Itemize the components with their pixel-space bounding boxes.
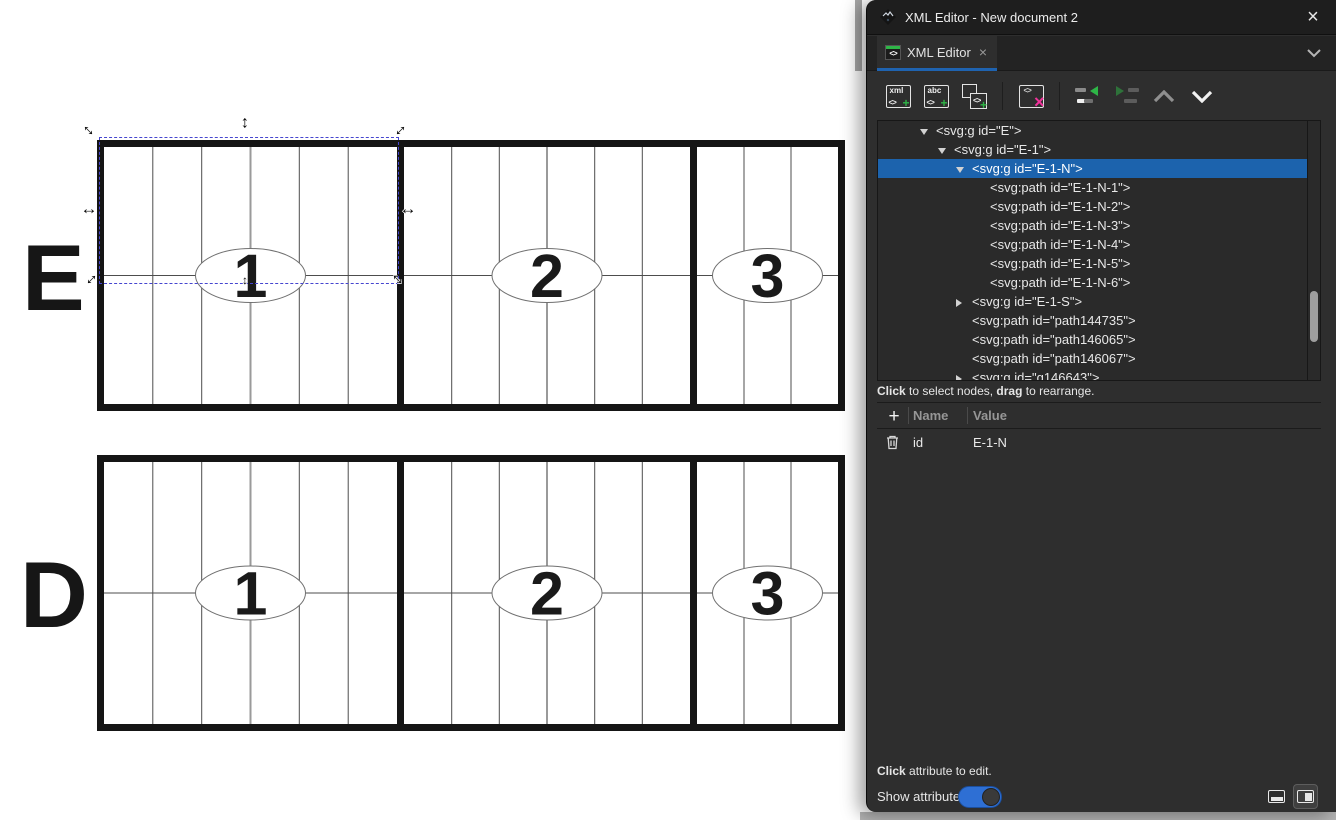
panel-footer: Show attributes — [877, 786, 1326, 810]
new-text-node-icon: abc <> + — [924, 85, 949, 108]
layout-vertical-button[interactable] — [1293, 784, 1318, 809]
xml-node-tree[interactable]: <svg:g id="E"> <svg:g id="E-1"> <svg:g i… — [877, 120, 1321, 381]
column-header-name: Name — [913, 403, 948, 429]
tree-hint-text: Click to select nodes, drag to rearrange… — [877, 381, 1321, 401]
delete-node-icon: <> × — [1019, 85, 1044, 108]
xml-editor-tab-icon: <> — [885, 45, 901, 60]
ellipse-number[interactable]: 1 — [234, 560, 268, 628]
selection-handle-e[interactable]: ↔ — [398, 199, 418, 219]
tree-node-path-e-1-n-4[interactable]: <svg:path id="E-1-N-4"> — [878, 235, 1320, 254]
new-element-node-icon: xml <> + — [886, 85, 911, 108]
row-letter-d[interactable]: D — [20, 542, 88, 647]
selection-handle-n[interactable]: ↔ — [237, 113, 257, 133]
move-node-up-button[interactable] — [1148, 80, 1180, 112]
expander-icon[interactable] — [920, 121, 936, 140]
tree-node-g-e[interactable]: <svg:g id="E"> — [878, 121, 1320, 140]
layout-horizontal-icon — [1268, 790, 1285, 803]
tree-node-path-146067[interactable]: <svg:path id="path146067"> — [878, 349, 1320, 368]
layout-horizontal-button[interactable] — [1264, 784, 1289, 809]
tree-node-g-e-1[interactable]: <svg:g id="E-1"> — [878, 140, 1320, 159]
duplicate-node-button[interactable]: <> + — [958, 80, 990, 112]
tab-xml-editor[interactable]: <> XML Editor × — [877, 36, 997, 71]
tree-node-g-e-1-n[interactable]: <svg:g id="E-1-N"> — [878, 159, 1320, 178]
indent-node-button[interactable] — [1110, 80, 1142, 112]
show-attributes-toggle[interactable] — [958, 786, 1002, 808]
column-header-value: Value — [973, 403, 1007, 429]
add-attribute-button[interactable]: + — [881, 404, 907, 429]
toolbar-separator — [1002, 82, 1003, 110]
drawing-svg: 1 2 3 1 2 3 E D — [0, 0, 866, 820]
delete-attribute-icon[interactable] — [885, 434, 900, 450]
tab-close-icon[interactable]: × — [979, 44, 987, 60]
screen: 1 2 3 1 2 3 E D ↔ ↔ ↔ ↔ ↔ ↔ ↔ ↔ X — [0, 0, 1336, 820]
inkscape-canvas[interactable]: 1 2 3 1 2 3 E D ↔ ↔ ↔ ↔ ↔ ↔ ↔ ↔ — [0, 0, 866, 820]
unindent-node-icon — [1075, 86, 1101, 106]
attribute-edit-hint: Click attribute to edit. — [877, 764, 992, 778]
dialog-titlebar[interactable]: XML Editor - New document 2 × — [867, 0, 1336, 35]
layout-vertical-icon — [1297, 790, 1314, 803]
tree-node-path-e-1-n-2[interactable]: <svg:path id="E-1-N-2"> — [878, 197, 1320, 216]
tree-node-path-e-1-n-1[interactable]: <svg:path id="E-1-N-1"> — [878, 178, 1320, 197]
selection-handle-w[interactable]: ↔ — [79, 199, 99, 219]
attribute-value[interactable]: E-1-N — [973, 430, 1007, 455]
toolbar-separator — [1059, 82, 1060, 110]
dialog-title: XML Editor - New document 2 — [905, 10, 1078, 25]
new-text-node-button[interactable]: abc <> + — [920, 80, 952, 112]
tree-scrollbar[interactable] — [1307, 121, 1320, 380]
move-node-down-button[interactable] — [1186, 80, 1218, 112]
show-attributes-label: Show attributes — [877, 789, 967, 804]
ellipse-number[interactable]: 3 — [751, 242, 785, 310]
window-behind-strip — [860, 812, 1336, 820]
xml-toolbar: xml <> + abc <> + <> + — [867, 72, 1336, 120]
expander-icon[interactable] — [956, 292, 972, 311]
tree-node-path-e-1-n-5[interactable]: <svg:path id="E-1-N-5"> — [878, 254, 1320, 273]
inkscape-logo-icon — [879, 8, 897, 26]
unindent-node-button[interactable] — [1072, 80, 1104, 112]
tree-node-path-e-1-n-3[interactable]: <svg:path id="E-1-N-3"> — [878, 216, 1320, 235]
indent-node-icon — [1113, 86, 1139, 106]
tree-node-g-146643[interactable]: <svg:g id="g146643"> — [878, 368, 1320, 381]
attribute-name[interactable]: id — [913, 430, 923, 455]
tree-node-path-146065[interactable]: <svg:path id="path146065"> — [878, 330, 1320, 349]
tree-node-path-144735[interactable]: <svg:path id="path144735"> — [878, 311, 1320, 330]
toggle-knob — [982, 788, 1000, 806]
tree-scrollbar-thumb[interactable] — [1310, 291, 1318, 342]
close-icon[interactable]: × — [1302, 6, 1324, 29]
ellipse-number[interactable]: 2 — [530, 242, 564, 310]
selection-handle-s[interactable]: ↔ — [237, 271, 257, 291]
expander-icon[interactable] — [956, 368, 972, 381]
tree-node-path-e-1-n-6[interactable]: <svg:path id="E-1-N-6"> — [878, 273, 1320, 292]
chevron-down-icon[interactable] — [1306, 48, 1322, 58]
tree-node-g-e-1-s[interactable]: <svg:g id="E-1-S"> — [878, 292, 1320, 311]
delete-node-button[interactable]: <> × — [1015, 80, 1047, 112]
window-behind-strip — [855, 0, 862, 71]
chevron-up-icon — [1153, 90, 1175, 103]
expander-icon[interactable] — [938, 140, 954, 159]
ellipse-number[interactable]: 2 — [530, 560, 564, 628]
dialog-tabbar: <> XML Editor × — [867, 36, 1336, 71]
attributes-header: + Name Value — [877, 402, 1321, 429]
attribute-row[interactable]: id E-1-N — [877, 430, 1321, 455]
xml-editor-dialog: XML Editor - New document 2 × <> XML Edi… — [866, 0, 1336, 812]
ellipse-number[interactable]: 3 — [751, 560, 785, 628]
expander-icon[interactable] — [956, 159, 972, 178]
chevron-down-icon — [1191, 90, 1213, 103]
new-element-node-button[interactable]: xml <> + — [882, 80, 914, 112]
